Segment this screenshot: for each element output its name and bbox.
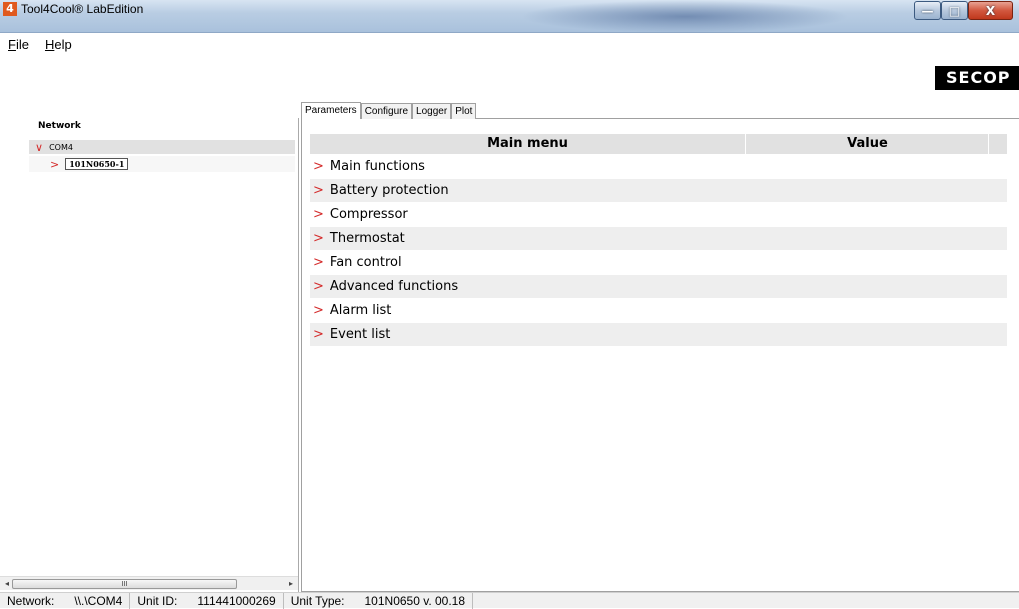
chevron-right-icon[interactable]: >	[50, 158, 59, 171]
status-unit-type: Unit Type: 101N0650 v. 00.18	[284, 592, 474, 609]
status-unit-id: Unit ID: 111441000269	[130, 592, 284, 609]
menu-row-advanced-functions[interactable]: > Advanced functions	[310, 275, 1007, 299]
menu-bar: File Help	[0, 34, 1019, 54]
tab-strip: Parameters Configure Logger Plot	[301, 102, 477, 119]
brand-logo: SECOP	[935, 66, 1019, 90]
menu-row-label: Compressor	[329, 207, 408, 222]
status-unit-type-label: Unit Type:	[290, 593, 345, 608]
scroll-thumb[interactable]: III	[12, 579, 237, 589]
tree-node-port[interactable]: ∨ COM4	[29, 140, 295, 154]
menu-file-label: ile	[15, 36, 29, 52]
chevron-right-icon: >	[313, 279, 324, 294]
status-unit-type-value: 101N0650 v. 00.18	[364, 593, 466, 608]
column-header-main-menu[interactable]: Main menu	[310, 134, 746, 154]
window-controls: — □ X	[914, 1, 1013, 20]
status-bar: Network: \\.\COM4 Unit ID: 111441000269 …	[0, 592, 1019, 609]
minimize-button[interactable]: —	[914, 1, 941, 20]
network-heading: Network	[38, 121, 81, 131]
menu-row-label: Main functions	[329, 159, 425, 174]
status-unit-id-value: 111441000269	[197, 593, 276, 608]
panel-splitter[interactable]	[298, 118, 299, 592]
status-unit-id-label: Unit ID:	[137, 593, 178, 608]
menu-help-mnemonic: H	[44, 36, 55, 52]
status-network: Network: \\.\COM4	[0, 592, 131, 609]
status-network-label: Network:	[7, 593, 55, 608]
chevron-right-icon: >	[313, 255, 324, 270]
title-bar-glow	[520, 0, 850, 33]
close-button[interactable]: X	[968, 1, 1013, 20]
menu-row-thermostat[interactable]: > Thermostat	[310, 227, 1007, 251]
chevron-right-icon: >	[313, 231, 324, 246]
menu-row-compressor[interactable]: > Compressor	[310, 203, 1007, 227]
menu-row-main-functions[interactable]: > Main functions	[310, 155, 1007, 179]
chevron-down-icon[interactable]: ∨	[35, 141, 43, 154]
chevron-right-icon: >	[313, 183, 324, 198]
tab-configure[interactable]: Configure	[360, 103, 413, 119]
app-icon: 4	[3, 2, 17, 16]
menu-row-label: Event list	[329, 327, 391, 342]
menu-row-fan-control[interactable]: > Fan control	[310, 251, 1007, 275]
tree-node-device[interactable]: > 101N0650-1	[29, 156, 295, 172]
table-header: Main menu Value	[310, 134, 1007, 154]
scroll-right-icon[interactable]: ▸	[284, 577, 298, 591]
tab-plot[interactable]: Plot	[451, 103, 477, 119]
tab-logger[interactable]: Logger	[412, 103, 452, 119]
status-network-value: \\.\COM4	[74, 593, 123, 608]
chevron-right-icon: >	[313, 303, 324, 318]
network-horizontal-scrollbar[interactable]: ◂ III ▸	[0, 576, 298, 590]
chevron-right-icon: >	[313, 159, 324, 174]
chevron-right-icon: >	[313, 207, 324, 222]
menu-row-label: Thermostat	[329, 231, 405, 246]
title-bar[interactable]: 4 Tool4Cool® LabEdition — □ X	[0, 0, 1019, 33]
tab-parameters[interactable]: Parameters	[301, 102, 361, 119]
window-title: Tool4Cool® LabEdition	[21, 2, 144, 16]
menu-row-label: Advanced functions	[329, 279, 459, 294]
menu-row-label: Alarm list	[329, 303, 392, 318]
maximize-button[interactable]: □	[941, 1, 968, 20]
menu-file-mnemonic: F	[8, 36, 16, 52]
chevron-right-icon: >	[313, 327, 324, 342]
menu-row-battery-protection[interactable]: > Battery protection	[310, 179, 1007, 203]
device-label: 101N0650-1	[65, 158, 129, 170]
menu-row-event-list[interactable]: > Event list	[310, 323, 1007, 347]
port-label: COM4	[49, 142, 73, 152]
menu-file[interactable]: File	[6, 37, 31, 52]
menu-row-alarm-list[interactable]: > Alarm list	[310, 299, 1007, 323]
menu-help[interactable]: Help	[43, 37, 74, 52]
menu-help-label: elp	[54, 36, 72, 52]
scroll-thumb-grip: III	[121, 580, 128, 588]
menu-table-body: > Main functions > Battery protection > Com…	[310, 155, 1007, 347]
column-header-value[interactable]: Value	[747, 134, 989, 154]
menu-row-label: Battery protection	[329, 183, 449, 198]
menu-row-label: Fan control	[329, 255, 402, 270]
